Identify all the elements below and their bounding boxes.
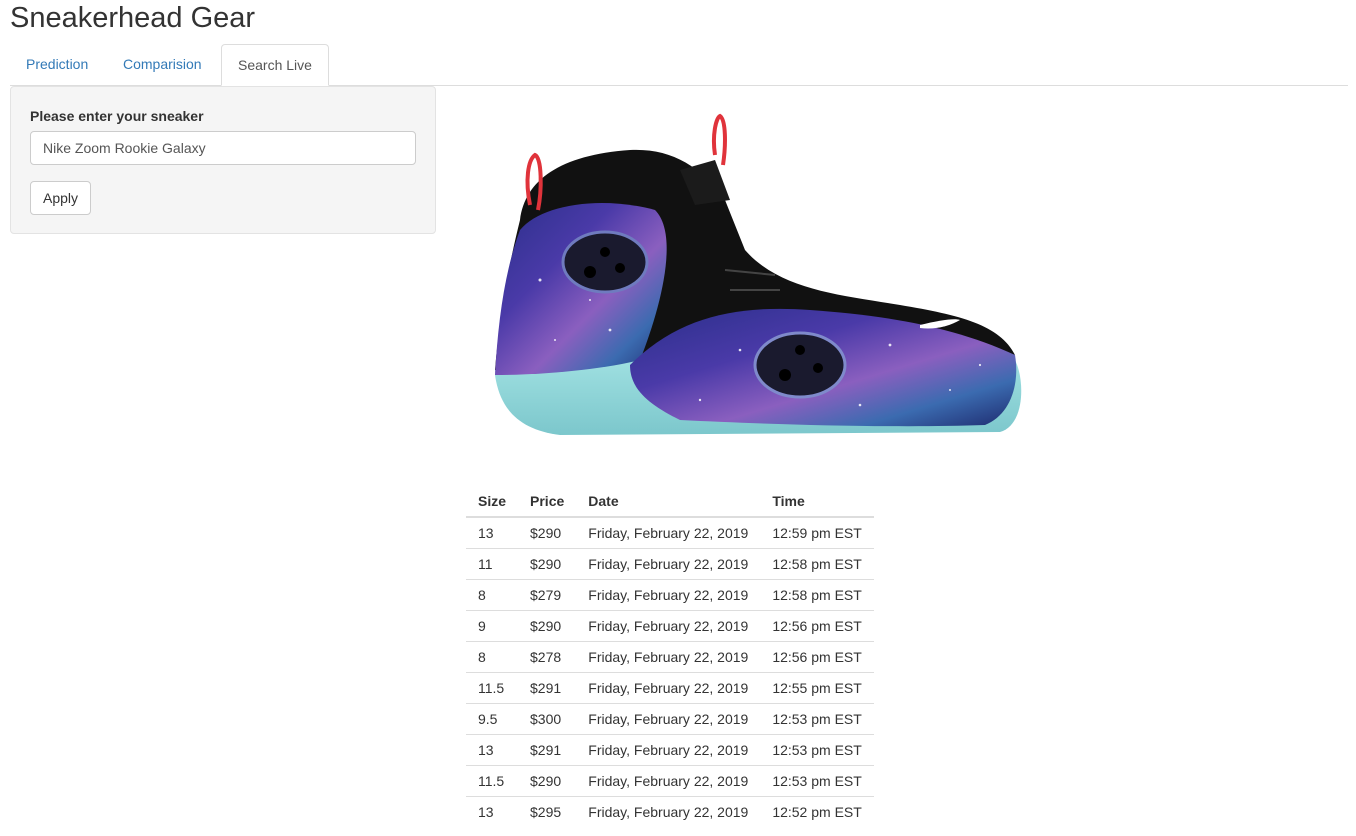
column-header-time: Time xyxy=(760,486,874,518)
cell-date: Friday, February 22, 2019 xyxy=(576,610,761,642)
cell-price: $291 xyxy=(518,672,577,704)
cell-price: $295 xyxy=(530,804,562,820)
cell-size: 11.5 xyxy=(466,672,519,704)
tab-bar: Prediction Comparision Search Live xyxy=(10,44,1348,86)
table-row: 9 $290 Friday, February 22, 2019 12:56 pm E… xyxy=(466,610,874,642)
table-row: 13 $291 Friday, February 22, 2019 12:53 pm … xyxy=(466,734,874,766)
tab-comparision[interactable]: Comparision xyxy=(107,44,218,85)
table-row: 13 $290 Friday, February 22, 2019 12:59 pm … xyxy=(466,517,874,549)
cell-date: Friday, February 22, 2019 xyxy=(576,641,761,673)
cell-time: 12:59 pm EST xyxy=(760,517,874,549)
cell-time: 12:58 pm EST xyxy=(760,579,874,611)
cell-price: $291 xyxy=(518,734,577,766)
cell-price: $278 xyxy=(518,641,577,673)
cell-price: $279 xyxy=(518,579,577,611)
table-row: 8 $279 Friday, February 22, 2019 12:58 pm E… xyxy=(466,579,874,611)
cell-time: 12:53 pm EST xyxy=(760,734,874,766)
tab-prediction[interactable]: Prediction xyxy=(10,44,104,85)
sales-table: Size Price Date Time 13 $290 Friday, Febru… xyxy=(466,486,874,827)
column-header-price: Price xyxy=(518,486,577,518)
cell-date: Friday, February 22, 2019 xyxy=(588,804,749,820)
table-row: 13 $295 Friday, February 22, 2019 12:52 pm … xyxy=(466,797,874,828)
cell-date: Friday, February 22, 2019 xyxy=(576,672,761,704)
cell-time: 12:58 pm EST xyxy=(760,548,874,580)
cell-date: Friday, February 22, 2019 xyxy=(576,517,761,549)
column-header-date: Date xyxy=(576,486,761,518)
sidebar-panel: Please enter your sneaker Apply xyxy=(10,86,436,234)
cell-size: 8 xyxy=(466,579,519,611)
table-row: 11.5 $290 Friday, February 22, 2019 12:53 p… xyxy=(466,765,874,797)
sneaker-input-label: Please enter your sneaker xyxy=(30,108,204,124)
table-row: 8 $278 Friday, February 22, 2019 12:56 pm E… xyxy=(466,641,874,673)
cell-price: $290 xyxy=(518,548,577,580)
cell-size: 11.5 xyxy=(466,765,519,797)
cell-time: 12:56 pm EST xyxy=(760,610,874,642)
table-row: 9.5 $300 Friday, February 22, 2019 12:53 pm… xyxy=(466,703,874,735)
cell-time: 12:52 pm EST xyxy=(772,804,862,820)
cell-size: 8 xyxy=(466,641,519,673)
column-header-size: Size xyxy=(466,486,519,518)
cell-time: 12:55 pm EST xyxy=(760,672,874,704)
cell-date: Friday, February 22, 2019 xyxy=(576,579,761,611)
table-row: 11 $290 Friday, February 22, 2019 12:58 pm … xyxy=(466,548,874,580)
cell-price: $290 xyxy=(518,517,577,549)
cell-date: Friday, February 22, 2019 xyxy=(576,734,761,766)
cell-time: 12:53 pm EST xyxy=(760,765,874,797)
cell-date: Friday, February 22, 2019 xyxy=(576,548,761,580)
table-header-row: Size Price Date Time xyxy=(466,486,874,518)
cell-size: 9.5 xyxy=(466,703,519,735)
cell-size: 13 xyxy=(466,517,519,549)
cell-time: 12:53 pm EST xyxy=(760,703,874,735)
cell-size: 9 xyxy=(466,610,519,642)
cell-price: $300 xyxy=(518,703,577,735)
sneaker-image xyxy=(495,113,1022,435)
cell-date: Friday, February 22, 2019 xyxy=(576,765,761,797)
cell-price: $290 xyxy=(518,610,577,642)
cell-date: Friday, February 22, 2019 xyxy=(576,703,761,735)
table-row: 11.5 $291 Friday, February 22, 2019 12:55 p… xyxy=(466,672,874,704)
app-title: Sneakerhead Gear xyxy=(10,2,256,34)
apply-button[interactable]: Apply xyxy=(30,181,92,215)
cell-time: 12:56 pm EST xyxy=(760,641,874,673)
tab-search-live[interactable]: Search Live xyxy=(221,44,329,86)
cell-price: $290 xyxy=(518,765,577,797)
cell-size: 13 xyxy=(478,804,494,820)
sneaker-search-input[interactable] xyxy=(30,131,416,165)
cell-size: 11 xyxy=(466,548,519,580)
cell-size: 13 xyxy=(466,734,519,766)
